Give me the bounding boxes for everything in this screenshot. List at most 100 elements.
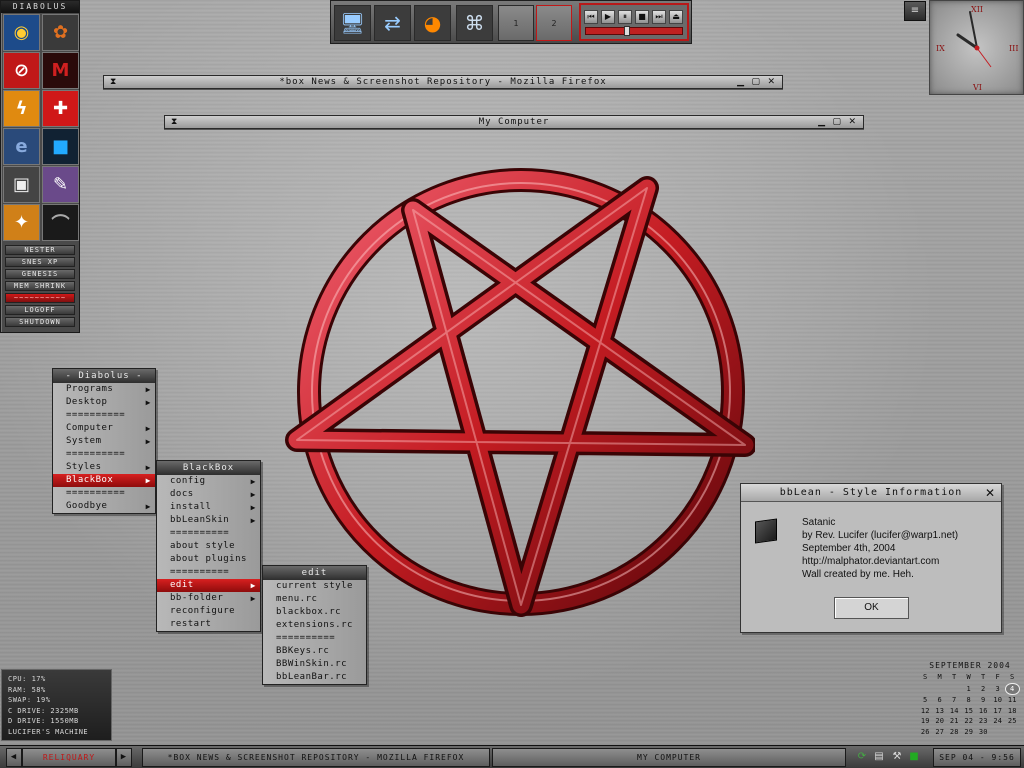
eject-icon[interactable]: ⏏ bbox=[669, 10, 683, 24]
m-logo-icon[interactable]: M bbox=[42, 52, 79, 89]
arc-icon[interactable]: ⌒ bbox=[42, 204, 79, 241]
menu-item-blackbox-rc[interactable]: blackbox.rc bbox=[263, 606, 366, 619]
workspace-1[interactable]: 1 bbox=[498, 5, 534, 41]
square-icon[interactable]: ■ bbox=[42, 128, 79, 165]
task-my-computer[interactable]: MY COMPUTER bbox=[492, 748, 846, 767]
calendar-day[interactable]: 16 bbox=[976, 706, 991, 717]
menu-item-desktop[interactable]: Desktop ▶ bbox=[53, 396, 155, 409]
calendar-day[interactable]: 19 bbox=[918, 716, 933, 727]
workspace-next-button[interactable]: ▶ bbox=[116, 748, 132, 767]
pause-icon[interactable]: ⏸ bbox=[618, 10, 632, 24]
taskbar-clock[interactable]: SEP 04 - 9:56 bbox=[933, 748, 1021, 767]
workspace-label[interactable]: RELIQUARY bbox=[22, 748, 116, 767]
swiss-knife-icon[interactable]: ✚ bbox=[42, 90, 79, 127]
task-firefox[interactable]: *BOX NEWS & SCREENSHOT REPOSITORY - MOZI… bbox=[142, 748, 490, 767]
menu-item-system[interactable]: System ▶ bbox=[53, 435, 155, 448]
firefox-icon[interactable]: ◕ bbox=[414, 5, 451, 41]
menu-item-reconfigure[interactable]: reconfigure bbox=[157, 605, 260, 618]
calendar-day[interactable]: 11 bbox=[1005, 695, 1020, 706]
firefox-window-titlebar[interactable]: ⧗ *box News & Screenshot Repository - Mo… bbox=[103, 75, 783, 89]
menu-item-about-plugins[interactable]: about plugins bbox=[157, 553, 260, 566]
menu-item-config[interactable]: config ▶ bbox=[157, 475, 260, 488]
close-icon[interactable]: ✕ bbox=[985, 485, 995, 501]
menu-item-restart[interactable]: restart bbox=[157, 618, 260, 631]
calendar-day[interactable]: 15 bbox=[962, 706, 977, 717]
stop-icon[interactable]: ■ bbox=[635, 10, 649, 24]
calendar-day[interactable]: 27 bbox=[933, 727, 948, 738]
calendar-day[interactable]: 29 bbox=[962, 727, 977, 738]
menu-toggle-button[interactable]: ≡ bbox=[904, 1, 926, 21]
calendar-day[interactable]: 22 bbox=[962, 716, 977, 727]
winamp-icon[interactable]: ◉ bbox=[3, 14, 40, 51]
calendar-day[interactable]: 21 bbox=[947, 716, 962, 727]
calendar-day[interactable]: 5 bbox=[918, 695, 933, 706]
menu-item-computer[interactable]: Computer ▶ bbox=[53, 422, 155, 435]
mem-shrink-button[interactable]: MEM SHRINK bbox=[5, 281, 75, 291]
workspace-prev-button[interactable]: ◀ bbox=[6, 748, 22, 767]
calendar-day[interactable]: 20 bbox=[933, 716, 948, 727]
nester-button[interactable]: NESTER bbox=[5, 245, 75, 255]
calendar-day[interactable]: 10 bbox=[991, 695, 1006, 706]
maximize-icon[interactable]: ▢ bbox=[832, 116, 841, 129]
menu-item-install[interactable]: install ▶ bbox=[157, 501, 260, 514]
menu-item-programs[interactable]: Programs ▶ bbox=[53, 383, 155, 396]
snes-xp-button[interactable]: SNES XP bbox=[5, 257, 75, 267]
calendar-day[interactable]: 8 bbox=[962, 695, 977, 706]
close-icon[interactable]: ✕ bbox=[848, 116, 856, 129]
seek-knob[interactable] bbox=[624, 26, 630, 36]
menu-item-edit[interactable]: edit ▶ bbox=[157, 579, 260, 592]
tray-network-icon[interactable]: ⟳ bbox=[855, 750, 869, 764]
workspace-2[interactable]: 2 bbox=[536, 5, 572, 41]
paint-palette-icon[interactable]: ✿ bbox=[42, 14, 79, 51]
minimize-icon[interactable]: ▁ bbox=[818, 116, 825, 129]
prev-icon[interactable]: ⏮ bbox=[584, 10, 598, 24]
maximize-icon[interactable]: ▢ bbox=[751, 76, 760, 89]
menu-item-bbleanskin[interactable]: bbLeanSkin ▶ bbox=[157, 514, 260, 527]
ok-button[interactable]: OK bbox=[834, 597, 909, 619]
calendar-day[interactable]: 6 bbox=[933, 695, 948, 706]
calendar-day[interactable]: 30 bbox=[976, 727, 991, 738]
calendar-day[interactable]: 3 bbox=[991, 684, 1006, 695]
menu-item-styles[interactable]: Styles ▶ bbox=[53, 461, 155, 474]
menu-item-extensions-rc[interactable]: extensions.rc bbox=[263, 619, 366, 632]
computer-icon[interactable]: ▣ bbox=[3, 166, 40, 203]
ie-icon[interactable]: e bbox=[3, 128, 40, 165]
seek-bar[interactable] bbox=[585, 26, 683, 36]
calendar-today[interactable]: 4 bbox=[1005, 682, 1020, 695]
calendar-day[interactable]: 13 bbox=[933, 706, 948, 717]
close-icon[interactable]: ✕ bbox=[767, 76, 775, 89]
tray-tool-icon[interactable]: ⚒ bbox=[890, 750, 904, 764]
menu-item-bb-folder[interactable]: bb-folder ▶ bbox=[157, 592, 260, 605]
calendar-day[interactable]: 26 bbox=[918, 727, 933, 738]
calendar-day[interactable]: 12 bbox=[918, 706, 933, 717]
calendar-day[interactable]: 7 bbox=[947, 695, 962, 706]
menu-item-about-style[interactable]: about style bbox=[157, 540, 260, 553]
play-icon[interactable]: ▶ bbox=[601, 10, 615, 24]
network-icon[interactable]: ⇄ bbox=[374, 5, 411, 41]
calendar-day[interactable]: 17 bbox=[991, 706, 1006, 717]
menu-item-bbwinskin-rc[interactable]: BBWinSkin.rc bbox=[263, 658, 366, 671]
irc-icon[interactable]: ⊘ bbox=[3, 52, 40, 89]
menu-item-blackbox[interactable]: BlackBox ▶ bbox=[53, 474, 155, 487]
my-computer-window-titlebar[interactable]: ⧗ My Computer ▁ ▢ ✕ bbox=[164, 115, 864, 129]
calendar-day[interactable]: 9 bbox=[976, 695, 991, 706]
shutdown-button[interactable]: SHUTDOWN bbox=[5, 317, 75, 327]
tray-computer-icon[interactable]: ▤ bbox=[872, 750, 886, 764]
genesis-button[interactable]: GENESIS bbox=[5, 269, 75, 279]
calendar-day[interactable]: 14 bbox=[947, 706, 962, 717]
tray-status-icon[interactable]: ■ bbox=[907, 750, 921, 764]
calendar-day[interactable]: 25 bbox=[1005, 716, 1020, 727]
calendar-day[interactable]: 28 bbox=[947, 727, 962, 738]
menu-item-current-style[interactable]: current style bbox=[263, 580, 366, 593]
pen-icon[interactable]: ✎ bbox=[42, 166, 79, 203]
menu-item-bbleanbar-rc[interactable]: bbLeanBar.rc bbox=[263, 671, 366, 684]
game-icon[interactable]: ✦ bbox=[3, 204, 40, 241]
calendar-day[interactable]: 18 bbox=[1005, 706, 1020, 717]
menu-item-docs[interactable]: docs ▶ bbox=[157, 488, 260, 501]
menu-item-bbkeys-rc[interactable]: BBKeys.rc bbox=[263, 645, 366, 658]
calendar-day[interactable]: 1 bbox=[962, 684, 977, 695]
computer-icon[interactable]: 🖥 bbox=[334, 5, 371, 41]
menu-item-goodbye[interactable]: Goodbye ▶ bbox=[53, 500, 155, 513]
minimize-icon[interactable]: ▁ bbox=[737, 76, 744, 89]
calendar-day[interactable]: 23 bbox=[976, 716, 991, 727]
